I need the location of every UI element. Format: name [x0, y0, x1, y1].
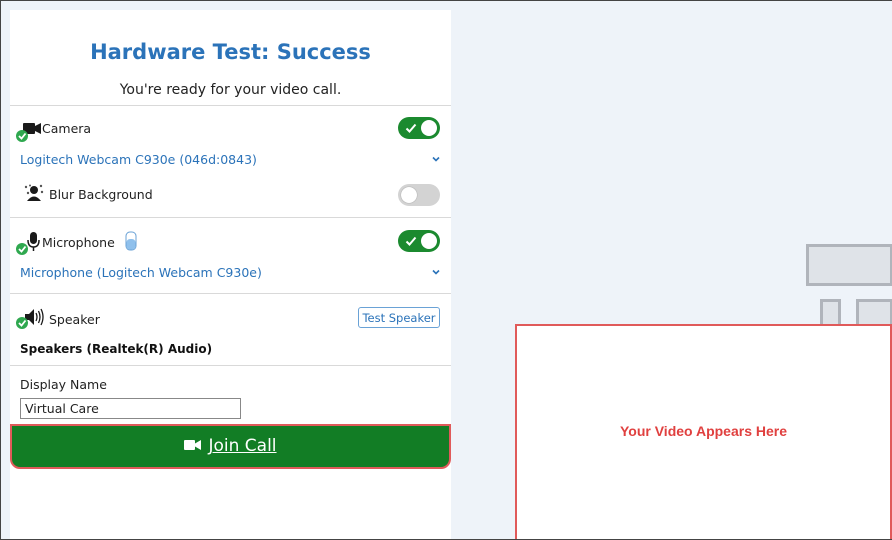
background-shape-wide: [806, 244, 892, 286]
test-speaker-button[interactable]: Test Speaker: [358, 307, 440, 328]
camera-icon: [15, 119, 45, 148]
display-name-input[interactable]: Virtual Care: [20, 398, 241, 419]
camera-label: Camera: [42, 121, 92, 136]
camera-device-select[interactable]: Logitech Webcam C930e (046d:0843): [20, 152, 257, 167]
divider: [10, 365, 451, 366]
divider: [10, 105, 451, 106]
speaker-label: Speaker: [49, 312, 100, 327]
blur-background-toggle[interactable]: [398, 184, 440, 206]
chevron-down-icon[interactable]: [431, 154, 441, 164]
chevron-down-icon[interactable]: [431, 267, 441, 277]
microphone-toggle[interactable]: [398, 230, 440, 252]
speaker-device: Speakers (Realtek(R) Audio): [20, 342, 213, 356]
toggle-knob: [421, 120, 437, 136]
video-preview: Your Video Appears Here: [515, 324, 892, 539]
speaker-icon: [15, 306, 45, 335]
microphone-level-icon: [125, 231, 137, 256]
microphone-device-select[interactable]: Microphone (Logitech Webcam C930e): [20, 265, 262, 280]
blur-background-icon: [24, 184, 44, 207]
join-call-button[interactable]: Join Call: [10, 424, 451, 469]
display-name-label: Display Name: [20, 377, 107, 392]
page-title: Hardware Test: Success: [90, 40, 371, 64]
video-camera-icon: [184, 439, 202, 450]
toggle-knob: [421, 233, 437, 249]
page-subtitle: You're ready for your video call.: [119, 82, 342, 98]
microphone-label: Microphone: [42, 235, 115, 250]
app-frame: Hardware Test: Success You're ready for …: [0, 0, 892, 540]
divider: [10, 293, 451, 294]
blur-background-label: Blur Background: [49, 187, 153, 202]
join-call-label: Join Call: [208, 436, 277, 456]
microphone-icon: [15, 230, 41, 261]
divider: [10, 217, 451, 218]
video-placeholder-text: Your Video Appears Here: [619, 423, 787, 439]
camera-toggle[interactable]: [398, 117, 440, 139]
toggle-knob: [401, 187, 417, 203]
